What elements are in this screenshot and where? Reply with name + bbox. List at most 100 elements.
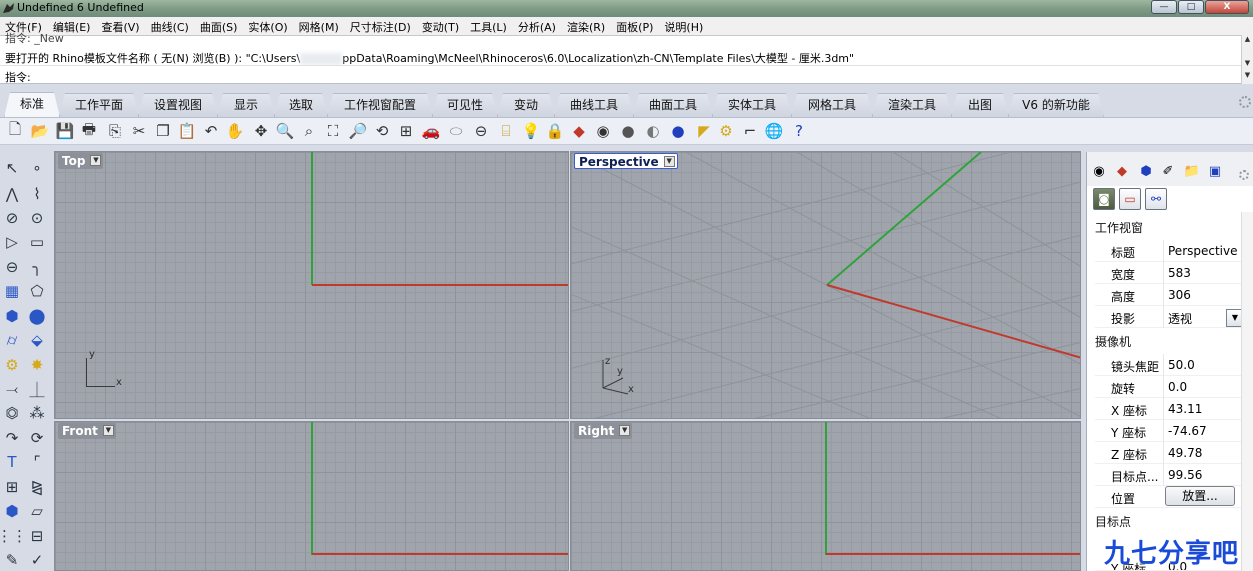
zoom-window-icon[interactable]: ⌕ [299,121,319,141]
folder-icon[interactable]: 📁 [1183,162,1201,180]
tab-standard[interactable]: 标准 [4,92,60,118]
prop-focal-value[interactable]: 50.0 [1168,358,1195,372]
display-icon[interactable]: ▣ [1206,162,1224,180]
viewport-right-title[interactable]: Right ▼ [574,423,633,439]
cylinder-icon[interactable]: ⌭ [1,329,23,351]
save-icon[interactable]: 💾 [55,121,75,141]
viewport-front-title[interactable]: Front ▼ [58,423,116,439]
analysis-icon[interactable]: ⏥ [26,500,48,522]
menu-render[interactable]: 渲染(R) [562,17,611,35]
pen-icon[interactable]: ✐ [1159,162,1177,180]
tab-render-tools[interactable]: 渲染工具 [872,93,952,117]
color-wheel-icon[interactable]: ◉ [593,121,613,141]
blend-icon[interactable]: ⬭ [446,121,466,141]
new-file-icon[interactable]: 🗋 [5,120,25,141]
menu-tools[interactable]: 工具(L) [465,17,513,35]
tab-options-gear-icon[interactable] [1239,96,1251,108]
menu-solid[interactable]: 实体(O) [243,17,293,35]
tab-set-view[interactable]: 设置视图 [138,93,218,117]
object-icon[interactable]: ⬢ [1137,162,1155,180]
prop-y-value[interactable]: -74.67 [1168,424,1207,438]
tab-surface-tools[interactable]: 曲面工具 [633,93,713,117]
menu-analyze[interactable]: 分析(A) [513,17,562,35]
menu-dimension[interactable]: 尺寸标注(D) [345,17,417,35]
prop-projection-value[interactable]: 透视 [1168,310,1192,327]
import-icon[interactable]: ⎘ [105,121,125,141]
tab-visibility[interactable]: 可见性 [432,93,498,117]
polygon-icon[interactable]: ▷ [1,231,23,253]
help-icon[interactable]: ? [789,121,809,141]
prop-title-value[interactable]: Perspective [1168,244,1238,258]
box-icon[interactable]: ⬢ [1,305,23,327]
zoom-extents-icon[interactable]: ⛶ [323,121,343,141]
command-line[interactable]: 指令: [0,65,1241,84]
link-icon[interactable]: ⚯ [1145,188,1167,210]
menu-transform[interactable]: 变动(T) [417,17,465,35]
rotate-3d-icon[interactable]: ⟳ [26,427,48,449]
solid-tools-icon[interactable]: ⬢ [1,500,23,522]
menu-panels[interactable]: 面板(P) [611,17,659,35]
paste-icon[interactable]: 📋 [177,121,197,141]
loft-icon[interactable]: ⬠ [26,280,48,302]
dimension-icon[interactable]: ⌜ [26,451,48,473]
material-icon[interactable]: ◆ [1113,162,1131,180]
zoom-icon[interactable]: 🔍 [275,121,295,141]
text-icon[interactable]: T [1,451,23,473]
menu-mesh[interactable]: 网格(M) [294,17,345,35]
fillet-curve-icon[interactable]: ╮ [26,256,48,278]
car-icon[interactable]: 🚗 [421,121,441,141]
zoom-selected-icon[interactable]: 🔎 [348,121,368,141]
prop-width-value[interactable]: 583 [1168,266,1191,280]
scroll-down-icon[interactable]: ▼ [1242,71,1253,83]
minimize-button[interactable]: — [1151,0,1177,14]
menu-help[interactable]: 说明(H) [659,17,709,35]
scroll-up-icon[interactable]: ▲ [1242,35,1253,47]
sphere-shaded-icon[interactable]: ◐ [643,121,663,141]
four-viewports-icon[interactable]: ⊞ [396,121,416,141]
cut-icon[interactable]: ✂ [129,121,149,141]
tab-select[interactable]: 选取 [274,93,328,117]
viewport-right[interactable]: Right ▼ [570,421,1081,571]
light-bulb-icon[interactable]: 💡 [521,121,541,141]
prop-x-value[interactable]: 43.11 [1168,402,1202,416]
viewport-top[interactable]: Top ▼ y x [54,151,569,419]
color-wheel-icon[interactable]: ◉ [1090,162,1108,180]
viewport-menu-arrow-icon[interactable]: ▼ [102,425,114,436]
array-icon[interactable]: ⋮⋮ [0,525,27,547]
curve-icon[interactable]: ⌇ [26,183,48,205]
rectangle-icon[interactable]: ▭ [26,231,48,253]
circle-icon[interactable]: ⊘ [1,207,23,229]
viewport-front[interactable]: Front ▼ [54,421,569,571]
scroll-down-icon[interactable]: ▼ [1242,59,1253,71]
ellipse-icon[interactable]: ⊙ [26,207,48,229]
camera-icon[interactable]: ◙ [1093,188,1115,210]
rotate-icon[interactable]: ↷ [1,427,23,449]
group-icon[interactable]: ⏣ [1,402,23,424]
sphere-blue-icon[interactable]: ● [668,121,688,141]
block-icon[interactable]: ⊞ [1,476,23,498]
maximize-button[interactable]: □ [1178,0,1204,14]
viewport-perspective[interactable]: z y x Perspective ▼ [570,151,1081,419]
tab-display[interactable]: 显示 [217,93,275,117]
tab-mesh-tools[interactable]: 网格工具 [791,93,873,117]
close-button[interactable]: X [1205,0,1249,14]
panel-options-gear-icon[interactable] [1239,170,1249,180]
gear-options-icon[interactable]: ⚙ [716,121,736,141]
gear-icon[interactable]: ⚙ [1,354,23,376]
tab-curve-tools[interactable]: 曲线工具 [554,93,634,117]
rotate-view-icon[interactable]: ⟲ [372,121,392,141]
polyline-icon[interactable]: ⋀ [1,183,23,205]
menu-curve[interactable]: 曲线(C) [146,17,195,35]
wallpaper-icon[interactable]: ▭ [1119,188,1141,210]
copy-icon[interactable]: ❐ [153,121,173,141]
prop-rotation-value[interactable]: 0.0 [1168,380,1187,394]
material-icon[interactable]: ◆ [569,121,589,141]
pan-hand-icon[interactable]: ✋ [225,121,245,141]
tab-new-in-v6[interactable]: V6 的新功能 [1008,93,1104,117]
light-icon[interactable]: ✸ [26,354,48,376]
history-icon[interactable]: ⌸ [496,121,516,141]
move-icon[interactable]: ⤙ [1,378,23,400]
prop-z-value[interactable]: 49.78 [1168,446,1202,460]
surface-icon[interactable]: ▦ [1,280,23,302]
command-scrollbar[interactable]: ▲ ▼ ▼ [1241,35,1253,84]
